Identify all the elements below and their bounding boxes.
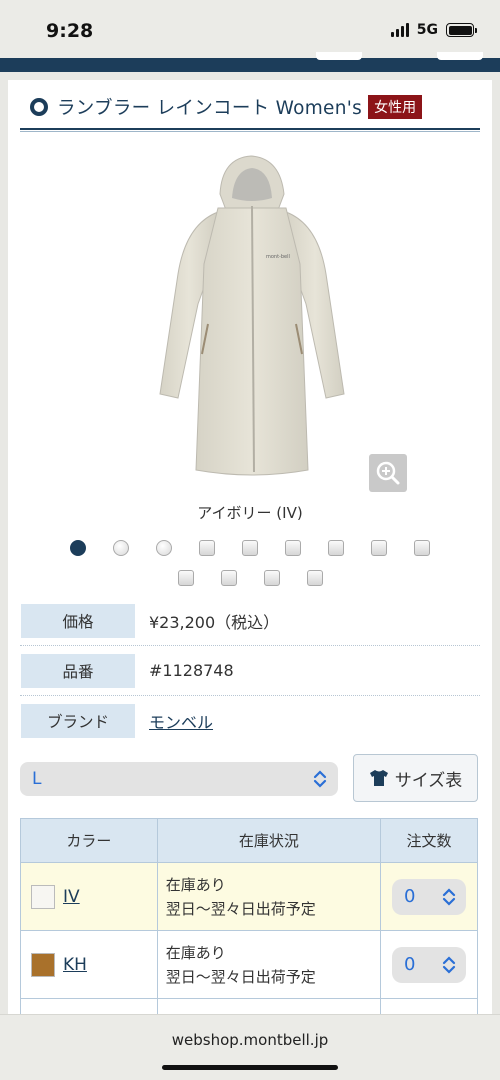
gallery-thumbnail[interactable] [220, 570, 237, 586]
shipping-estimate: 翌日〜翌々日出荷予定 [165, 967, 316, 986]
gallery-thumbnail[interactable] [156, 540, 172, 556]
brand-link[interactable]: モンベル [149, 709, 213, 733]
column-header-stock: 在庫状況 [156, 818, 382, 863]
gallery-thumbnail[interactable] [199, 540, 215, 556]
quantity-value: 0 [404, 886, 416, 907]
stock-status-cell: 在庫あり翌日〜翌々日出荷予定 [156, 862, 382, 931]
shipping-estimate: 翌日〜翌々日出荷予定 [165, 899, 316, 918]
stock-status: 在庫あり [165, 875, 226, 894]
product-title-row: ランブラー レインコート Women's 女性用 [20, 92, 480, 122]
browser-bottom-bar: webshop.montbell.jp [0, 1014, 500, 1080]
quantity-cell: 0 [380, 930, 478, 999]
column-header-color: カラー [20, 818, 158, 863]
gallery-thumbnail[interactable] [328, 540, 344, 556]
size-select[interactable]: L [20, 762, 338, 796]
product-number-value: #1128748 [149, 661, 234, 680]
chevron-up-down-icon [442, 955, 456, 974]
stock-status: 在庫あり [165, 943, 226, 962]
product-number-label: 品番 [21, 653, 135, 688]
gallery-thumbnail[interactable] [371, 540, 387, 556]
price-row: 価格 ¥23,200（税込） [20, 596, 480, 646]
gallery-thumbnail[interactable] [113, 540, 129, 556]
gallery-thumbnail[interactable] [263, 570, 280, 586]
gallery-thumbnail[interactable] [414, 540, 430, 556]
product-image[interactable]: mont-bell [138, 154, 368, 484]
status-bar: 9:28 5G [0, 0, 500, 58]
zoom-in-icon [376, 461, 400, 485]
status-indicators: 5G [390, 22, 477, 38]
table-row: KH 在庫あり翌日〜翌々日出荷予定 0 [20, 930, 478, 999]
color-cell: IV [20, 862, 158, 931]
gallery-thumbnail[interactable] [242, 540, 258, 556]
home-indicator[interactable] [162, 1065, 338, 1070]
brand-row: ブランド モンベル [20, 696, 480, 746]
column-header-quantity: 注文数 [380, 818, 478, 863]
quantity-select[interactable]: 0 [392, 878, 467, 915]
stock-table: カラー 在庫状況 注文数 IV 在庫あり 翌日〜翌々日出荷予定 0 KH 在庫あり 翌日〜翌… [20, 818, 478, 1020]
header-tab-edge[interactable] [316, 52, 362, 60]
gender-badge: 女性用 [368, 95, 423, 119]
ring-bullet-icon [30, 98, 48, 116]
status-time: 9:28 [46, 20, 94, 42]
color-code-link[interactable]: KH [63, 955, 87, 975]
stock-status-cell: 在庫あり翌日〜翌々日出荷予定 [156, 930, 382, 999]
product-number-row: 品番 #1128748 [20, 646, 480, 696]
site-header-strip [0, 52, 500, 72]
header-tab-edge[interactable] [437, 52, 483, 60]
gallery-thumbnail[interactable] [70, 540, 86, 556]
quantity-value: 0 [404, 954, 416, 975]
url-label[interactable]: webshop.montbell.jp [0, 1031, 500, 1049]
table-header-row: カラー 在庫状況 注文数 [20, 818, 478, 863]
price-label: 価格 [21, 603, 135, 638]
chevron-up-down-icon [313, 770, 327, 788]
gallery-thumbnail[interactable] [177, 570, 194, 586]
network-type: 5G [416, 22, 438, 38]
color-swatch [31, 884, 55, 909]
table-row: IV 在庫あり翌日〜翌々日出荷予定 0 [20, 862, 478, 931]
shirt-icon [369, 770, 388, 786]
thumbnail-row [8, 540, 492, 556]
quantity-cell: 0 [380, 862, 478, 931]
color-swatch [31, 952, 55, 977]
size-chart-label: サイズ表 [394, 770, 463, 791]
price-value: ¥23,200（税込） [149, 612, 280, 632]
battery-icon [446, 23, 477, 37]
color-code-link[interactable]: IV [63, 887, 80, 907]
thumbnail-row [8, 570, 492, 586]
brand-label: ブランド [21, 704, 135, 738]
title-divider [20, 128, 480, 132]
size-chart-button[interactable]: サイズ表 [353, 754, 478, 802]
gallery-thumbnail[interactable] [285, 540, 301, 556]
brand-logo-text: mont-bell [266, 254, 290, 260]
signal-icon [390, 23, 409, 37]
size-select-value: L [32, 769, 42, 789]
color-cell: KH [20, 930, 158, 999]
product-card: ランブラー レインコート Women's 女性用 mont-bell アイボリー… [8, 80, 492, 1020]
product-title: ランブラー レインコート Women's [57, 98, 363, 119]
chevron-up-down-icon [442, 887, 456, 906]
quantity-select[interactable]: 0 [392, 946, 467, 983]
image-caption: アイボリー (IV) [197, 504, 303, 522]
gallery-thumbnail[interactable] [306, 570, 323, 586]
zoom-button[interactable] [369, 454, 407, 492]
